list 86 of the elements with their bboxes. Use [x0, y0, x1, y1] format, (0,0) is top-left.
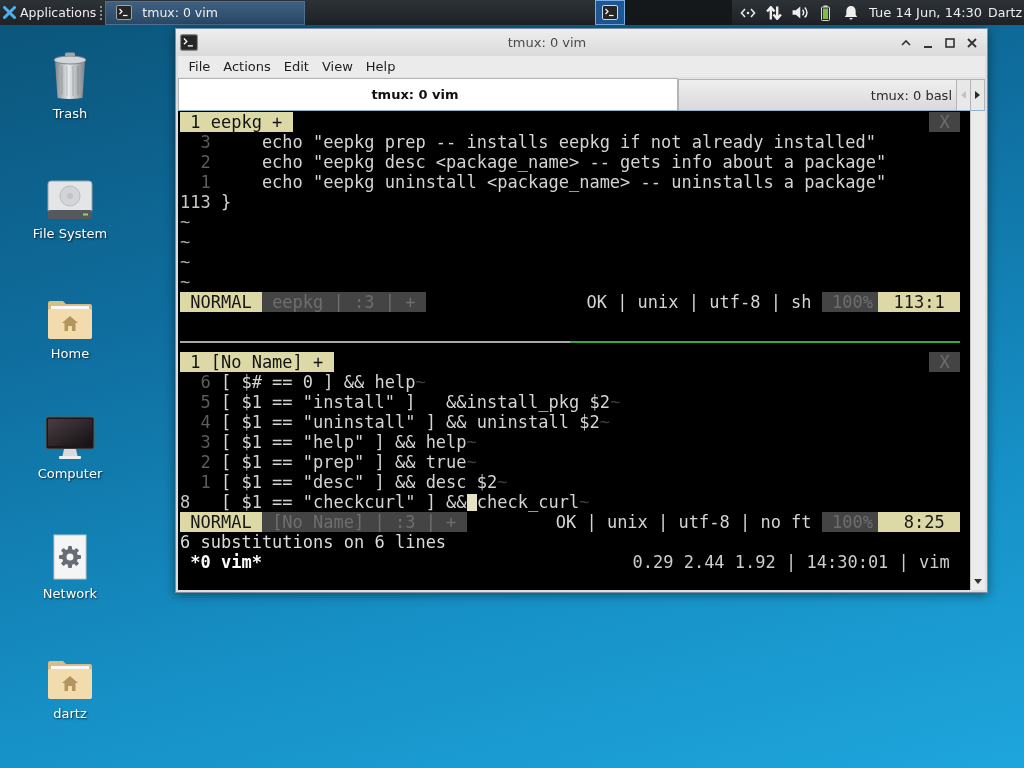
terminal-icon — [602, 5, 619, 20]
end-of-line-marker: ~ — [497, 472, 508, 492]
menu-item[interactable]: File — [182, 58, 217, 75]
file-format-label: OK | unix | utf-8 | sh — [586, 292, 812, 312]
menu-item[interactable]: Help — [359, 58, 402, 75]
end-of-line-marker: ~ — [599, 412, 610, 432]
line-number: 3 — [200, 432, 211, 452]
left-triangle-icon — [961, 91, 966, 99]
up-down-arrows-icon[interactable] — [766, 5, 783, 20]
vim-mode-label: NORMAL — [180, 292, 262, 312]
terminal-icon — [180, 34, 198, 51]
end-of-line-marker: ~ — [466, 432, 477, 452]
code-line: [ $1 == "uninstall" ] && uninstall $2 — [220, 412, 600, 432]
status-message: 6 substitutions on 6 lines — [180, 532, 447, 552]
tmux-status-info: 0.29 2.44 1.92 | 14:30:01 | vim — [632, 552, 950, 572]
taskbar-button[interactable]: tmux: 0 vim — [105, 0, 306, 25]
empty-line-marker: ~ — [180, 252, 191, 272]
code-line: [ $1 == "prep" ] && true — [220, 452, 467, 472]
code-line: [ $1 == "install" ] &&install_pkg $2 — [220, 392, 610, 412]
empty-line-marker: ~ — [180, 212, 191, 232]
line-number: 2 — [200, 452, 211, 472]
code-line: [ $# == 0 ] && help — [220, 372, 416, 392]
buffer-tab[interactable]: 1 eepkg + — [180, 112, 293, 132]
code-line: echo "eepkg uninstall <package_name> -- uninstalls a package" — [260, 172, 887, 192]
right-triangle-icon — [975, 91, 980, 99]
home-folder-icon — [47, 660, 93, 700]
line-number: 2 — [200, 152, 211, 172]
terminal-icon — [116, 5, 133, 20]
bell-icon[interactable] — [843, 5, 860, 20]
file-format-label: OK | unix | utf-8 | no ft — [555, 512, 812, 532]
line-number: 5 — [200, 392, 211, 412]
line-number: 1 — [200, 472, 211, 492]
scrollbar[interactable] — [970, 111, 985, 590]
menu-item[interactable]: Actions — [216, 58, 278, 75]
user-name-label[interactable]: Dartz — [988, 5, 1022, 20]
tab[interactable]: tmux: 0 vim — [178, 78, 678, 110]
desktop-shortcut[interactable]: dartz — [47, 650, 93, 722]
menu-item[interactable]: View — [315, 58, 360, 75]
desktop-shortcut[interactable]: Trash — [52, 50, 88, 122]
down-triangle-icon — [974, 579, 982, 584]
cursor-position-label: 8:25 — [878, 512, 960, 532]
hard-drive-icon — [47, 180, 93, 220]
desktop-shortcut[interactable]: Network — [42, 530, 98, 602]
empty-line-marker: ~ — [180, 272, 191, 292]
line-number: 8 — [180, 492, 191, 512]
chevron-up-icon — [901, 37, 911, 48]
vim-mode-label: NORMAL — [180, 512, 262, 532]
window-title: tmux: 0 vim — [506, 35, 588, 50]
minimize-icon — [923, 44, 933, 49]
tmux-window-label: *0 vim* — [190, 552, 262, 572]
line-number: 1 — [200, 172, 211, 192]
desktop-shortcut[interactable]: Computer — [37, 410, 103, 482]
line-number: 3 — [200, 132, 211, 152]
end-of-line-marker: ~ — [609, 392, 621, 412]
desktop-shortcut[interactable]: File System — [32, 170, 108, 242]
code-line: [ $1 == "help" ] && help — [220, 432, 467, 452]
empty-line-marker: ~ — [180, 232, 191, 252]
cursor-position-label: 113:1 — [878, 292, 960, 312]
tab[interactable]: tmux: 0 basl — [678, 79, 957, 110]
end-of-line-marker: ~ — [466, 452, 477, 472]
close-icon — [967, 37, 977, 48]
end-of-line-marker: ~ — [579, 492, 590, 512]
line-number: 4 — [200, 412, 211, 432]
code-line: [ $1 == "desc" ] && desc $2 — [220, 472, 498, 492]
battery-icon[interactable] — [821, 4, 831, 21]
code-line: [ $1 == "checkcurl" ] && check_curl — [220, 492, 580, 512]
code-line: } — [220, 192, 232, 212]
gear-document-icon — [53, 534, 87, 580]
menu-item[interactable]: Edit — [277, 58, 316, 75]
cross-logo-icon — [3, 6, 16, 19]
desktop-shortcut[interactable]: Home — [47, 290, 93, 362]
code-line: echo "eepkg desc <package_name> -- gets info about a package" — [260, 152, 887, 172]
code-line: echo "eepkg prep -- installs eepkg if not already installed" — [260, 132, 876, 152]
maximize-icon — [945, 37, 955, 48]
clock-label[interactable]: Tue 14 Jun, 14:30 — [869, 5, 983, 20]
buffer-tab[interactable]: 1 [No Name] + — [180, 352, 334, 372]
line-number: 113 — [180, 192, 211, 212]
end-of-line-marker: ~ — [415, 372, 426, 392]
applications-menu-button[interactable]: Applications — [0, 0, 100, 25]
trash-can-icon — [53, 52, 87, 100]
monitor-icon — [45, 416, 95, 460]
workspace-button[interactable] — [595, 0, 626, 25]
speaker-icon[interactable] — [792, 5, 809, 20]
scroll-tabs-right-button[interactable] — [971, 79, 985, 110]
home-folder-icon — [47, 300, 93, 340]
line-number: 6 — [200, 372, 211, 392]
